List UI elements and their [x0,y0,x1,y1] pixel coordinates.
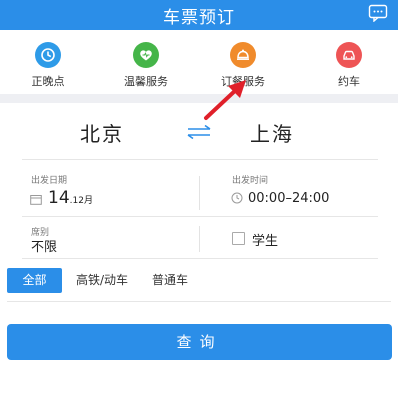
quick-item-label: 约车 [338,75,360,88]
depart-date-day: 14 [48,188,70,208]
query-button[interactable]: 查询 [7,324,392,360]
quick-item-label: 正晚点 [31,75,65,88]
quick-item-label: 温馨服务 [124,75,168,88]
clock-icon [35,42,61,68]
annotation-arrow [204,80,246,120]
quick-item-car[interactable]: 约车 [309,42,389,89]
car-icon [336,42,362,68]
quick-item-care[interactable]: 温馨服务 [106,42,186,89]
clock-icon [231,192,243,204]
divider [22,159,378,160]
calendar-icon [30,195,42,205]
tab-all[interactable]: 全部 [7,268,62,293]
meal-icon [230,42,256,68]
tab-high-speed[interactable]: 高铁/动车 [72,268,132,293]
from-city[interactable]: 北京 [80,118,124,147]
message-icon[interactable] [368,4,388,22]
depart-time-label: 出发时间 [232,176,269,186]
depart-time-value[interactable]: 00:00–24:00 [248,191,329,206]
divider [7,301,391,302]
depart-date-label: 出发日期 [31,176,68,186]
divider [22,216,378,217]
heart-icon [133,42,159,68]
depart-date-field[interactable]: 14.12月 [48,188,93,208]
quick-item-delay[interactable]: 正晚点 [8,42,88,89]
seat-value[interactable]: 不限 [31,236,57,255]
divider [22,258,378,259]
app-header: 车票预订 [0,0,398,30]
student-label: 学生 [252,234,279,249]
student-checkbox[interactable] [232,232,245,245]
vertical-separator [199,226,200,252]
vertical-separator [199,176,200,210]
depart-date-month: .12月 [69,196,93,206]
tab-normal[interactable]: 普通车 [145,268,195,293]
page-title: 车票预订 [163,8,235,28]
